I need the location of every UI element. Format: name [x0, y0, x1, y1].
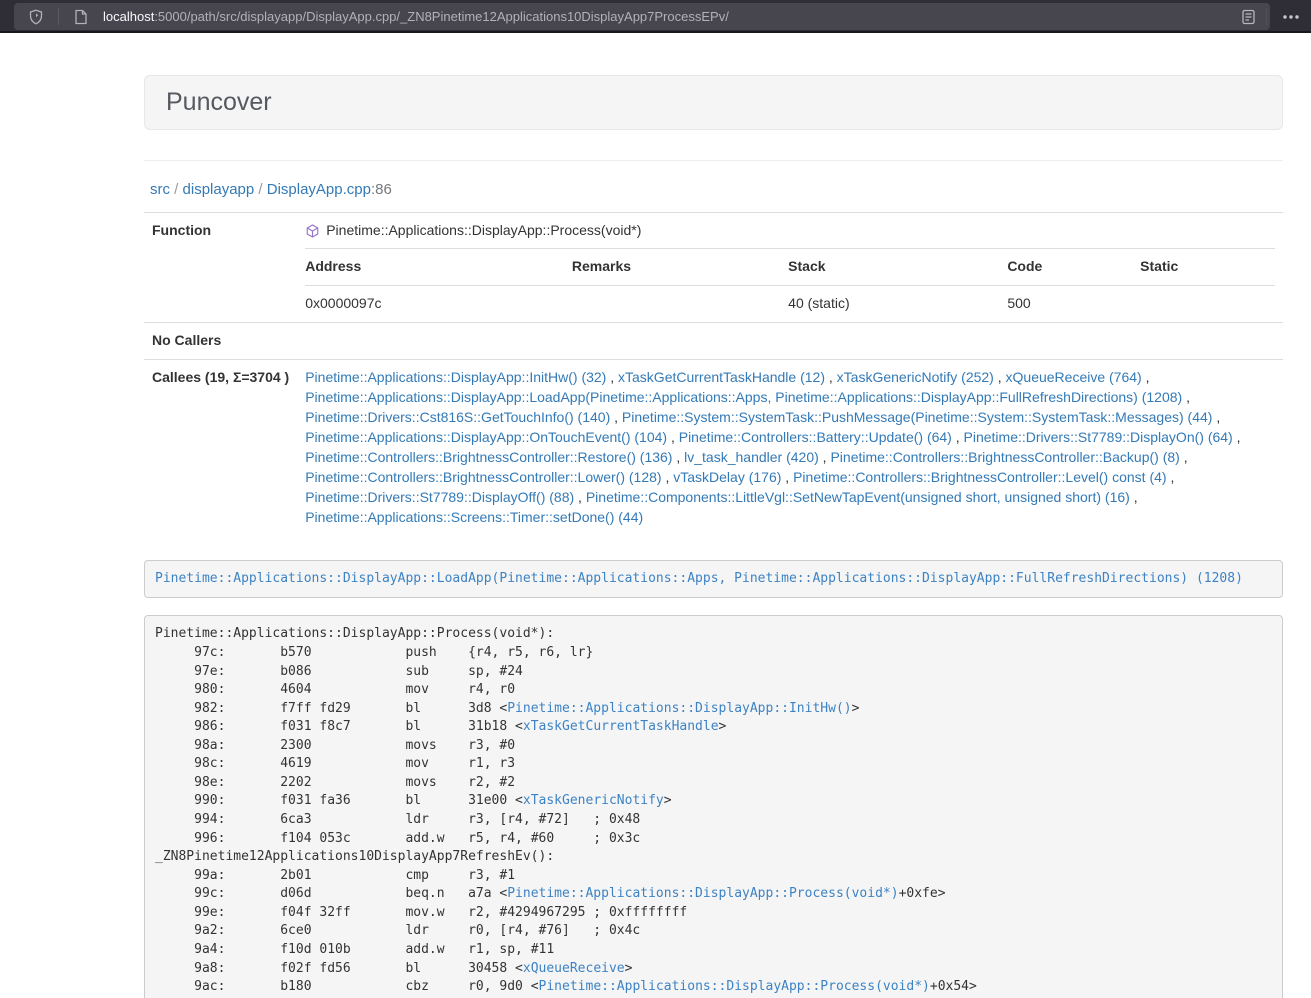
- breadcrumb-link[interactable]: DisplayApp.cpp: [267, 181, 371, 198]
- breadcrumb-separator: /: [170, 181, 183, 198]
- divider: [144, 160, 1283, 161]
- callee-link[interactable]: Pinetime::Controllers::BrightnessControl…: [305, 469, 661, 485]
- no-callers-row: No Callers: [144, 322, 1283, 359]
- callee-link[interactable]: Pinetime::Controllers::BrightnessControl…: [793, 469, 1166, 485]
- assembly-symbol-link[interactable]: xQueueReceive: [523, 961, 625, 976]
- assembly-code: Pinetime::Applications::DisplayApp::Proc…: [144, 615, 1283, 998]
- function-label: Function: [144, 213, 297, 323]
- callee-link[interactable]: Pinetime::Controllers::Battery::Update()…: [679, 429, 952, 445]
- address-value: 0x0000097c: [305, 285, 572, 321]
- breadcrumb-link[interactable]: src: [150, 181, 170, 198]
- callee-link[interactable]: Pinetime::Applications::DisplayApp::Load…: [305, 389, 1182, 405]
- col-code: Code: [1007, 248, 1140, 285]
- breadcrumb-separator: /: [254, 181, 267, 198]
- cube-icon: [305, 223, 320, 239]
- function-stats-table: Address Remarks Stack Code Static 0x0000…: [305, 248, 1275, 322]
- callees-row: Callees (19, Σ=3704 ) Pinetime::Applicat…: [144, 359, 1283, 535]
- callee-link[interactable]: xQueueReceive (764): [1006, 369, 1142, 385]
- stack-value: 40 (static): [788, 285, 1007, 321]
- callee-link[interactable]: Pinetime::Drivers::St7789::DisplayOff() …: [305, 489, 574, 505]
- symbol-snippet-box: Pinetime::Applications::DisplayApp::Load…: [144, 560, 1283, 599]
- static-value: [1140, 285, 1275, 321]
- callees-list: Pinetime::Applications::DisplayApp::Init…: [297, 359, 1283, 535]
- shield-icon[interactable]: [22, 4, 50, 30]
- symbol-snippet-link[interactable]: Pinetime::Applications::DisplayApp::Load…: [155, 571, 1243, 586]
- urlbar-separator: [58, 8, 59, 25]
- callee-link[interactable]: Pinetime::Drivers::St7789::DisplayOn() (…: [964, 429, 1233, 445]
- callee-link[interactable]: Pinetime::Applications::DisplayApp::OnTo…: [305, 429, 667, 445]
- col-stack: Stack: [788, 248, 1007, 285]
- assembly-symbol-link[interactable]: Pinetime::Applications::DisplayApp::Init…: [507, 701, 851, 716]
- remarks-value: [572, 285, 788, 321]
- no-callers-label: No Callers: [144, 322, 297, 359]
- callee-link[interactable]: Pinetime::Drivers::Cst816S::GetTouchInfo…: [305, 409, 610, 425]
- code-value: 500: [1007, 285, 1140, 321]
- function-row: Function Pinetime::Applications::Display…: [144, 213, 1283, 323]
- callee-link[interactable]: xTaskGetCurrentTaskHandle (12): [618, 369, 825, 385]
- toolbar-separator: [1266, 8, 1267, 26]
- assembly-symbol-link[interactable]: xTaskGenericNotify: [523, 793, 664, 808]
- page-container: Puncover src / displayapp / DisplayApp.c…: [144, 33, 1283, 998]
- page-icon[interactable]: [67, 4, 95, 30]
- callee-link[interactable]: Pinetime::Controllers::BrightnessControl…: [830, 449, 1179, 465]
- browser-toolbar: localhost:5000/path/src/displayapp/Displ…: [0, 0, 1311, 33]
- url-path: :5000/path/src/displayapp/DisplayApp.cpp…: [154, 9, 729, 24]
- callee-link[interactable]: Pinetime::System::SystemTask::PushMessag…: [622, 409, 1213, 425]
- callee-link[interactable]: vTaskDelay (176): [673, 469, 781, 485]
- callee-link[interactable]: xTaskGenericNotify (252): [837, 369, 994, 385]
- callee-link[interactable]: Pinetime::Applications::Screens::Timer::…: [305, 509, 643, 525]
- url-host: localhost: [103, 9, 154, 24]
- menu-kebab-icon[interactable]: [1277, 4, 1305, 30]
- breadcrumb-line-number: :86: [371, 181, 392, 198]
- assembly-symbol-link[interactable]: Pinetime::Applications::DisplayApp::Proc…: [507, 886, 898, 901]
- callees-label: Callees (19, Σ=3704 ): [144, 359, 297, 535]
- page-title: Puncover: [166, 89, 1261, 116]
- col-static: Static: [1140, 248, 1275, 285]
- breadcrumb: src / displayapp / DisplayApp.cpp:86: [144, 180, 1283, 200]
- assembly-symbol-link[interactable]: xTaskGetCurrentTaskHandle: [523, 719, 719, 734]
- col-remarks: Remarks: [572, 248, 788, 285]
- function-name-line: Pinetime::Applications::DisplayApp::Proc…: [305, 221, 1275, 241]
- breadcrumb-link[interactable]: displayapp: [183, 181, 255, 198]
- function-table: Function Pinetime::Applications::Display…: [144, 212, 1283, 536]
- url-bar[interactable]: localhost:5000/path/src/displayapp/Displ…: [14, 3, 1270, 30]
- assembly-symbol-link[interactable]: Pinetime::Applications::DisplayApp::Proc…: [539, 979, 930, 994]
- reader-mode-icon[interactable]: [1234, 4, 1262, 30]
- stats-value-row: 0x0000097c 40 (static) 500: [305, 285, 1275, 321]
- function-name: Pinetime::Applications::DisplayApp::Proc…: [326, 221, 641, 241]
- callee-link[interactable]: Pinetime::Components::LittleVgl::SetNewT…: [586, 489, 1130, 505]
- stats-header-row: Address Remarks Stack Code Static: [305, 248, 1275, 285]
- callee-link[interactable]: Pinetime::Applications::DisplayApp::Init…: [305, 369, 606, 385]
- callee-link[interactable]: Pinetime::Controllers::BrightnessControl…: [305, 449, 672, 465]
- app-header-panel: Puncover: [144, 75, 1283, 130]
- col-address: Address: [305, 248, 572, 285]
- callee-link[interactable]: lv_task_handler (420): [684, 449, 819, 465]
- url-text[interactable]: localhost:5000/path/src/displayapp/Displ…: [103, 9, 729, 24]
